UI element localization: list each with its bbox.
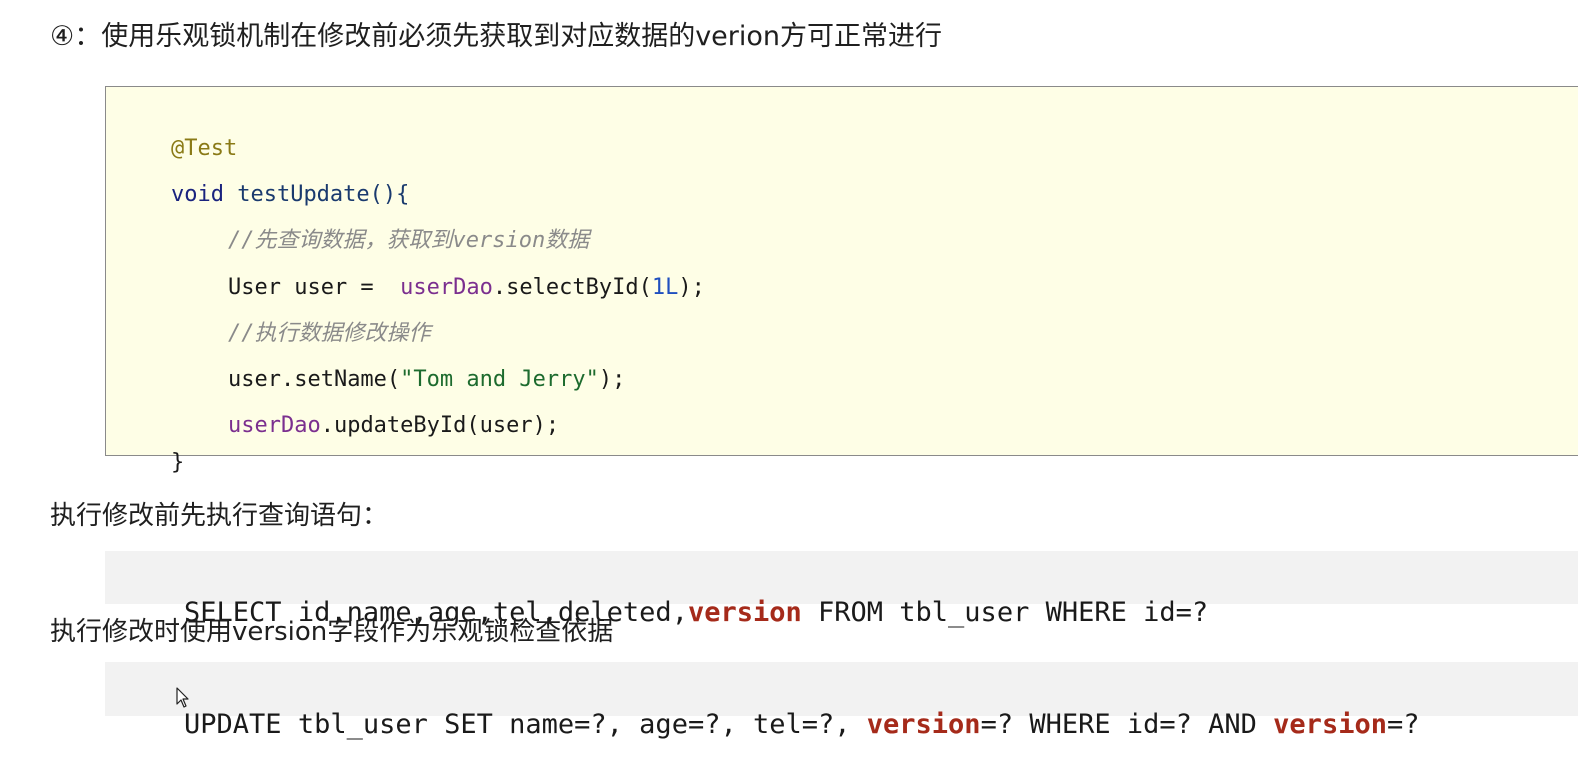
sql-update-statement: UPDATE tbl_user SET name=?, age=?, tel=?… xyxy=(119,671,1419,779)
sql-update-part2: =? WHERE id=? AND xyxy=(980,709,1274,740)
sql-version-keyword: version xyxy=(687,597,802,628)
update-label: 执行修改时使用version字段作为乐观锁检查依据 xyxy=(50,617,614,647)
update-call: .updateById(user); xyxy=(320,413,560,438)
userdao-field: userDao xyxy=(227,413,321,438)
sql-version-keyword: version xyxy=(866,709,981,740)
id-literal: 1L xyxy=(651,275,679,300)
sql-select-part2: FROM tbl_user WHERE id=? xyxy=(801,597,1209,628)
setname-suffix: ); xyxy=(598,367,626,392)
code-line-closing-brace: } xyxy=(118,418,184,508)
sql-update-part3: =? xyxy=(1386,709,1420,740)
closing-brace: } xyxy=(170,450,185,475)
sql-update-part1: UPDATE tbl_user SET name=?, age=?, tel=?… xyxy=(184,709,867,740)
select-call: .selectById( xyxy=(492,275,652,300)
select-label: 执行修改前先执行查询语句： xyxy=(50,501,389,531)
sql-select-statement: SELECT id,name,age,tel,deleted,version F… xyxy=(119,559,1208,667)
code-block: @Test void testUpdate(){ //先查询数据，获取到vers… xyxy=(105,86,1578,475)
mouse-pointer-icon xyxy=(176,687,189,708)
select-suffix: ); xyxy=(678,275,705,300)
sql-select-block: SELECT id,name,age,tel,deleted,version F… xyxy=(105,551,1578,628)
code-line-update: userDao.updateById(user); xyxy=(175,381,559,471)
step-heading: ④：使用乐观锁机制在修改前必须先获取到对应数据的verion方可正常进行 xyxy=(50,21,943,52)
sql-update-block: UPDATE tbl_user SET name=?, age=?, tel=?… xyxy=(105,662,1578,740)
sql-version-keyword: version xyxy=(1273,709,1387,740)
